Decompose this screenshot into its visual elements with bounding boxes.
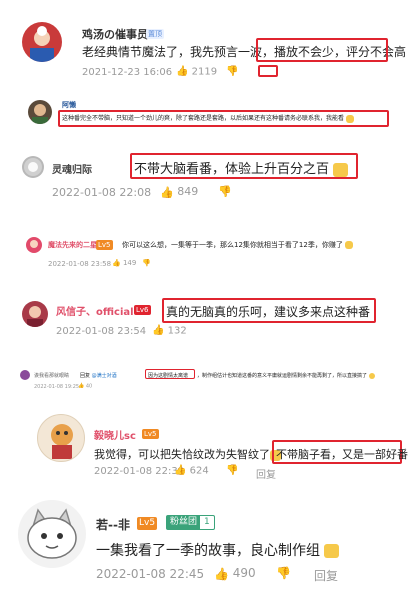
avatar[interactable]	[22, 301, 48, 327]
reply-button[interactable]: 回复	[256, 466, 276, 481]
doge-emoji-icon	[324, 544, 340, 558]
avatar[interactable]	[20, 370, 30, 380]
highlight-box	[256, 38, 388, 62]
thumbs-up-icon: 👍	[174, 465, 187, 476]
dislike-icon[interactable]: 👎	[226, 465, 238, 476]
level-badge: Lv5	[96, 240, 113, 250]
thumbs-up-icon: 👍	[176, 66, 189, 77]
reply-text: 回复 @满士对酒	[80, 372, 117, 379]
like-button[interactable]: 👍 40	[78, 383, 92, 390]
comment-text: 不带大脑看番，体验上升百分之百	[134, 158, 349, 177]
pinned-tag: 置顶	[146, 29, 164, 39]
like-count: 132	[167, 325, 187, 337]
thumbs-up-icon: 👍	[112, 259, 121, 267]
highlight-box-small	[258, 65, 278, 77]
thumbs-up-icon: 👍	[78, 383, 85, 389]
like-button[interactable]: 👍 849	[160, 185, 198, 199]
timestamp: 2022-01-08 22:08	[52, 186, 152, 199]
reply-label: 回复	[80, 373, 91, 379]
username[interactable]: 鸡汤の催事员	[82, 26, 148, 42]
timestamp: 2022-01-08 22:45	[96, 567, 205, 581]
comment-text: ，制作组估计也知道这番的意义平庸就运剧情剩余不能再剩了，所以直接搞了	[197, 372, 409, 379]
like-button[interactable]: 👍 149	[112, 259, 136, 267]
dislike-icon[interactable]: 👎	[276, 566, 291, 580]
fan-club-level: 1	[204, 517, 210, 527]
fan-club-label: 粉丝团	[167, 516, 201, 529]
thumbs-up-icon: 👍	[214, 566, 229, 581]
avatar[interactable]	[18, 500, 86, 568]
username[interactable]: 毅晓儿sc	[94, 427, 136, 442]
level-badge: Lv6	[134, 305, 151, 315]
comment-text-boxed: 因为这剧情太离谱	[148, 373, 189, 379]
timestamp: 2021-12-23 16:06	[82, 67, 173, 78]
avatar[interactable]	[22, 22, 62, 62]
like-button[interactable]: 👍 490	[214, 566, 256, 581]
avatar[interactable]	[22, 156, 44, 178]
like-count: 624	[189, 465, 209, 477]
comment-text: 我觉得，可以把失恰纹改为失智纹了	[94, 446, 281, 462]
doge-emoji-icon	[333, 162, 349, 177]
username[interactable]: 阿懒	[62, 100, 76, 110]
like-count: 149	[122, 259, 137, 267]
avatar[interactable]	[26, 237, 42, 253]
like-button[interactable]: 👍 132	[152, 325, 187, 337]
like-button[interactable]: 👍 624	[174, 465, 209, 477]
mention-link[interactable]: @满士对酒	[92, 373, 117, 379]
level-badge: Lv5	[137, 517, 158, 530]
like-count: 2119	[191, 66, 218, 78]
comment-text-boxed: 不带脑子看，又是一部好番	[276, 448, 408, 461]
username[interactable]: 若--非	[96, 516, 130, 533]
avatar[interactable]	[28, 100, 52, 124]
fan-club-badge[interactable]: 粉丝团 1	[166, 515, 215, 530]
timestamp: 2022-01-08 22:30	[94, 466, 185, 477]
timestamp: 2022-01-08 23:58	[48, 260, 112, 268]
dislike-icon[interactable]: 👎	[142, 259, 151, 267]
comment-text: 真的无脑真的乐呵，建议多来点这种番	[166, 305, 371, 319]
timestamp: 2022-01-08 19:25	[34, 384, 80, 390]
thumbs-up-icon: 👍	[160, 185, 174, 199]
like-count: 490	[232, 566, 256, 580]
comment-text: 这种番完全不带脑，只知道一个劲儿的爽，除了套路还是套路，以后如果还有这种番请务必…	[62, 113, 384, 123]
like-button[interactable]: 👍 2119	[176, 66, 217, 78]
thumbs-up-icon: 👍	[152, 325, 165, 336]
username[interactable]: 魔法先来的二星	[48, 240, 97, 250]
like-count: 40	[85, 383, 93, 390]
username[interactable]: 灵魂归际	[52, 161, 92, 176]
doge-emoji-icon	[345, 241, 354, 249]
timestamp: 2022-01-08 23:54	[56, 326, 147, 337]
username[interactable]: 诶我看那就眼睛	[34, 372, 69, 379]
dislike-icon[interactable]: 👎	[218, 185, 232, 198]
level-badge: Lv5	[142, 429, 159, 439]
dislike-icon[interactable]: 👎	[226, 66, 238, 77]
comment-text-a: 老经典情节魔法了，我先预言一波，	[82, 45, 275, 59]
username[interactable]: 风信子、official	[56, 303, 134, 318]
avatar[interactable]	[37, 414, 85, 462]
reply-button[interactable]: 回复	[314, 567, 338, 584]
comment-text: 一集我看了一季的故事，良心制作组	[96, 540, 340, 560]
doge-emoji-icon	[345, 114, 354, 123]
like-count: 849	[177, 185, 199, 198]
doge-emoji-icon	[368, 372, 375, 379]
comment-text: 你可以这么想，一集等于一季，那么12集你就相当于看了12季，你赚了	[122, 240, 354, 250]
